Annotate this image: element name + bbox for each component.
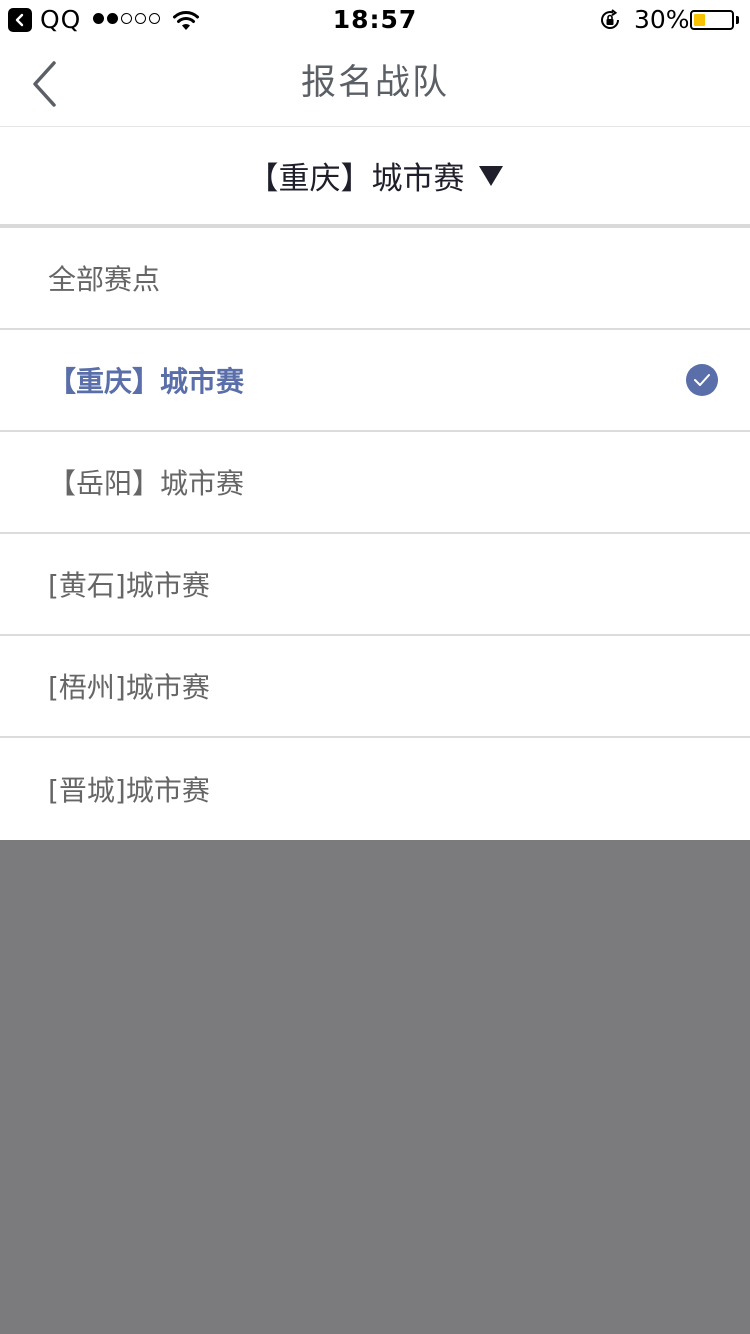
option-wuzhou[interactable]: [梧州]城市赛 [0,636,750,738]
orientation-lock-icon [598,8,622,38]
option-yueyang[interactable]: 【岳阳】城市赛 [0,432,750,534]
option-chongqing[interactable]: 【重庆】城市赛 [0,330,750,432]
dropdown-backdrop[interactable] [0,840,750,1334]
match-point-selector[interactable]: 【重庆】城市赛 [0,127,750,224]
option-all-match-points[interactable]: 全部赛点 [0,228,750,330]
option-label: [晋城]城市赛 [48,774,210,807]
caret-down-icon [478,165,503,186]
battery-percentage: 30% [634,5,690,34]
battery-tip [736,16,739,24]
status-bar: QQ 18:57 30% [0,0,750,40]
page-title: 报名战队 [300,63,449,103]
battery-icon [690,10,734,30]
option-label: [黄石]城市赛 [48,569,210,602]
selected-match-point-label: 【重庆】城市赛 [247,161,465,197]
option-label: 【岳阳】城市赛 [48,467,245,500]
option-huangshi[interactable]: [黄石]城市赛 [0,534,750,636]
check-circle-icon [686,364,718,396]
navigation-bar: 报名战队 [0,40,750,127]
match-point-options: 全部赛点 【重庆】城市赛 【岳阳】城市赛 [黄石]城市赛 [梧州]城市赛 [晋城… [0,228,750,840]
battery-level-fill [694,14,705,26]
option-label: 【重庆】城市赛 [48,365,245,398]
option-label: 全部赛点 [48,263,161,296]
option-label: [梧州]城市赛 [48,671,210,704]
option-jincheng[interactable]: [晋城]城市赛 [0,738,750,840]
